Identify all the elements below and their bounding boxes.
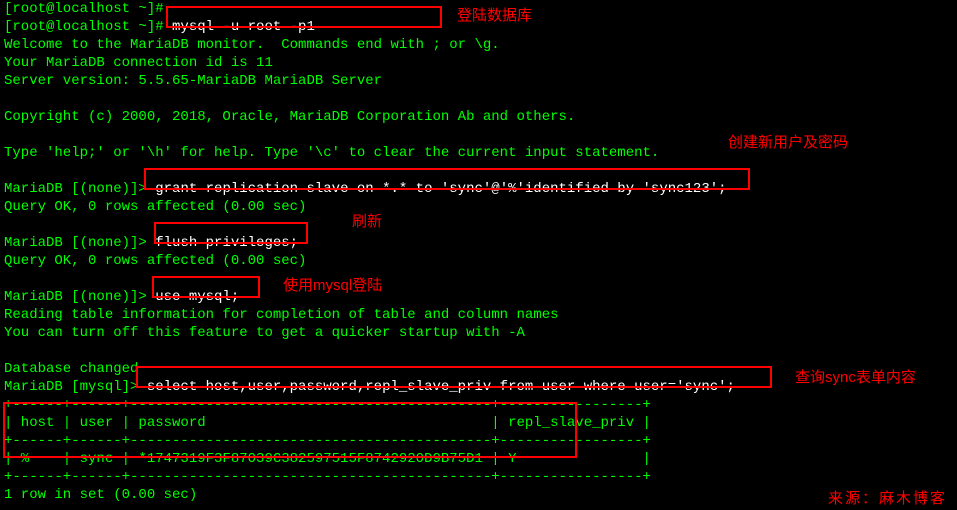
redacted-password: 57006 bbox=[315, 18, 391, 36]
terminal-line: MariaDB [(none)]> flush privileges; bbox=[4, 234, 953, 252]
terminal-line bbox=[4, 342, 953, 360]
select-command: select host,user,password,repl_slave_pri… bbox=[147, 379, 735, 395]
flush-command: flush privileges; bbox=[155, 235, 298, 251]
terminal-line: [root@localhost ~]# bbox=[4, 0, 953, 18]
terminal-line: Reading table information for completion… bbox=[4, 306, 953, 324]
use-command: use mysql; bbox=[155, 289, 239, 305]
table-border: +------+------+-------------------------… bbox=[4, 396, 953, 414]
terminal-line: Copyright (c) 2000, 2018, Oracle, MariaD… bbox=[4, 108, 953, 126]
terminal-line bbox=[4, 90, 953, 108]
table-border: +------+------+-------------------------… bbox=[4, 432, 953, 450]
terminal-line: MariaDB [mysql]> select host,user,passwo… bbox=[4, 378, 953, 396]
watermark: 来源：麻木博客 bbox=[828, 490, 947, 508]
terminal-line: 1 row in set (0.00 sec) bbox=[4, 486, 953, 504]
table-border: +------+------+-------------------------… bbox=[4, 468, 953, 486]
login-command: mysql -u root -p1 bbox=[172, 19, 315, 35]
terminal-line: MariaDB [(none)]> use mysql; bbox=[4, 288, 953, 306]
terminal-line: Query OK, 0 rows affected (0.00 sec) bbox=[4, 252, 953, 270]
terminal-line: Welcome to the MariaDB monitor. Commands… bbox=[4, 36, 953, 54]
terminal-line: Query OK, 0 rows affected (0.00 sec) bbox=[4, 198, 953, 216]
terminal-line: Server version: 5.5.65-MariaDB MariaDB S… bbox=[4, 72, 953, 90]
mariadb-prompt: MariaDB [(none)]> bbox=[4, 181, 155, 197]
shell-prompt: [root@localhost ~]# bbox=[4, 19, 172, 35]
table-header: | host | user | password | repl_slave_pr… bbox=[4, 414, 953, 432]
grant-command: grant replication slave on *.* to 'sync'… bbox=[155, 181, 726, 197]
terminal-line bbox=[4, 270, 953, 288]
terminal-line: Your MariaDB connection id is 11 bbox=[4, 54, 953, 72]
terminal-line: Type 'help;' or '\h' for help. Type '\c'… bbox=[4, 144, 953, 162]
terminal-line: You can turn off this feature to get a q… bbox=[4, 324, 953, 342]
shell-prompt: [root@localhost ~]# bbox=[4, 1, 172, 17]
terminal-line: MariaDB [(none)]> grant replication slav… bbox=[4, 180, 953, 198]
mariadb-prompt: MariaDB [(none)]> bbox=[4, 235, 155, 251]
mariadb-prompt: MariaDB [(none)]> bbox=[4, 289, 155, 305]
terminal-line: Database changed bbox=[4, 360, 953, 378]
mariadb-prompt: MariaDB [mysql]> bbox=[4, 379, 147, 395]
terminal-line bbox=[4, 126, 953, 144]
terminal-line bbox=[4, 216, 953, 234]
terminal-line: [root@localhost ~]# mysql -u root -p1 57… bbox=[4, 18, 953, 36]
table-row: | % | sync | *1747319F3F87039C382597515F… bbox=[4, 450, 953, 468]
terminal-line bbox=[4, 162, 953, 180]
